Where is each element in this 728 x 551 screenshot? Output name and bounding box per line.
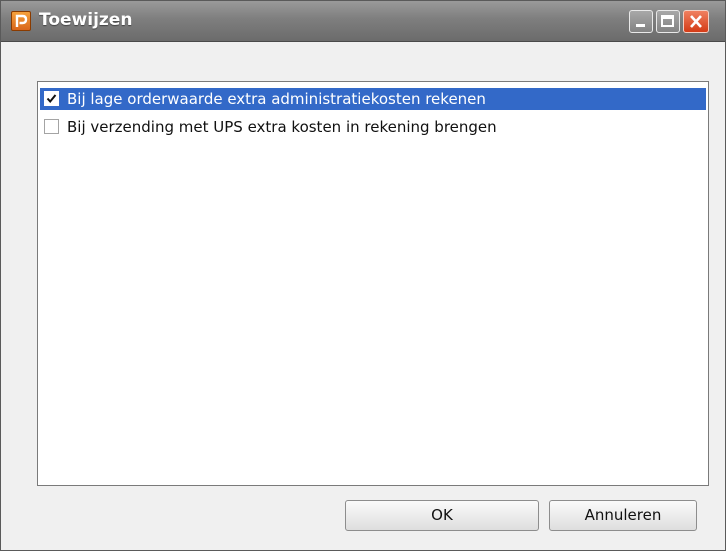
list-item-label: Bij lage orderwaarde extra administratie… — [67, 90, 486, 108]
maximize-button[interactable] — [656, 10, 680, 33]
list-item-label: Bij verzending met UPS extra kosten in r… — [67, 118, 497, 136]
list-item-ups-costs[interactable]: Bij verzending met UPS extra kosten in r… — [40, 116, 706, 138]
dialog-window: Toewijzen Bij lage orderwaarde extra adm… — [0, 0, 726, 551]
maximize-icon — [661, 15, 674, 27]
close-icon — [690, 15, 702, 28]
list-item-admin-costs[interactable]: Bij lage orderwaarde extra administratie… — [40, 88, 706, 110]
minimize-button[interactable] — [629, 10, 653, 33]
checkbox-list[interactable]: Bij lage orderwaarde extra administratie… — [37, 81, 709, 486]
checkbox-ups-costs[interactable] — [44, 119, 59, 134]
checkmark-icon — [46, 94, 57, 104]
cancel-button[interactable]: Annuleren — [549, 500, 697, 531]
window-title: Toewijzen — [39, 10, 133, 30]
ok-button[interactable]: OK — [345, 500, 539, 531]
close-button[interactable] — [683, 10, 709, 33]
checkbox-admin-costs[interactable] — [44, 91, 59, 106]
title-bar[interactable]: Toewijzen — [1, 1, 725, 42]
minimize-icon — [636, 24, 645, 27]
app-logo-icon — [11, 11, 31, 31]
